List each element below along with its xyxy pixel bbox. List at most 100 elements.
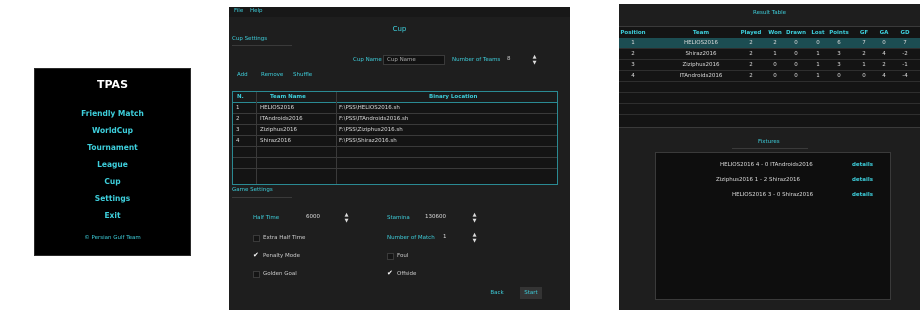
cell-team-name: ITAndroids2016	[260, 116, 303, 122]
table-row[interactable]: 4 ITAndroids2016 2 0 0 1 0 0 4 -4	[619, 71, 920, 82]
result-window: Result Table Position Team Played Won Dr…	[619, 4, 920, 310]
stamina-label: Stamina	[387, 215, 410, 221]
fixture-details-link[interactable]: details	[852, 162, 873, 168]
cell-position: 2	[631, 51, 635, 57]
cell-played: 2	[749, 51, 753, 57]
cell-team-name: HELIOS2016	[260, 105, 295, 111]
cell-binary-location: F:\PSS\Shiraz2016.sh	[339, 138, 397, 144]
cell-team: HELIOS2016	[683, 40, 719, 46]
cell-ga: 0	[882, 40, 886, 46]
remove-button[interactable]: Remove	[261, 72, 283, 78]
table-row[interactable]: 4 Shiraz2016 F:\PSS\Shiraz2016.sh	[233, 136, 557, 147]
menu-help[interactable]: Help	[250, 8, 263, 14]
menu-exit[interactable]: Exit	[35, 211, 190, 220]
cell-team-name: Ziziphus2016	[260, 127, 298, 133]
cell-position: 4	[631, 73, 635, 79]
table-row[interactable]: 2 Shiraz2016 2 1 0 1 3 2 4 -2	[619, 49, 920, 60]
num-teams-label: Number of Teams	[452, 57, 501, 63]
table-row[interactable]: 1 HELIOS2016 2 2 0 0 6 7 0 7	[619, 38, 920, 49]
cell-drawn: 0	[794, 51, 798, 57]
cell-gd: -1	[902, 62, 908, 68]
cell-gf: 0	[862, 73, 866, 79]
game-settings-heading: Game Settings	[232, 187, 273, 193]
number-of-match-stepper[interactable]: ▲ ▼	[471, 232, 478, 244]
menu-friendly-match[interactable]: Friendly Match	[35, 109, 190, 118]
col-position: Position	[620, 30, 646, 36]
menu-file[interactable]: File	[234, 8, 243, 14]
number-of-match-label: Number of Match	[387, 235, 435, 241]
col-ga: GA	[879, 30, 889, 36]
menu-cup[interactable]: Cup	[35, 177, 190, 186]
col-number: N.	[237, 94, 244, 100]
cell-points: 0	[837, 73, 841, 79]
divider	[232, 197, 292, 198]
table-header: N. Team Name Binary Location	[233, 92, 557, 103]
extra-half-time-checkbox[interactable]	[253, 235, 260, 242]
table-row[interactable]: 3 Ziziphus2016 F:\PSS\Ziziphus2016.sh	[233, 125, 557, 136]
menu-settings[interactable]: Settings	[35, 194, 190, 203]
cell-drawn: 0	[794, 73, 798, 79]
cell-position: 1	[631, 40, 635, 46]
cup-name-input[interactable]: Cup Name	[383, 55, 445, 65]
table-row-empty	[233, 147, 557, 158]
cell-lost: 0	[816, 40, 820, 46]
golden-goal-checkbox[interactable]	[253, 271, 260, 278]
col-lost: Lost	[811, 30, 825, 36]
extra-half-time-label: Extra Half Time	[263, 235, 306, 241]
penalty-mode-checkbox[interactable]: ✔	[253, 252, 259, 259]
back-button[interactable]: Back	[485, 287, 509, 299]
cell-lost: 1	[816, 62, 820, 68]
cell-gf: 2	[862, 51, 866, 57]
cell-won: 0	[773, 73, 777, 79]
foul-checkbox[interactable]	[387, 253, 394, 260]
cell-played: 2	[749, 40, 753, 46]
menu-worldcup[interactable]: WorldCup	[35, 126, 190, 135]
cell-binary-location: F:\PSS\HELIOS2016.sh	[339, 105, 400, 111]
cup-settings-heading: Cup Settings	[232, 36, 268, 42]
half-time-input[interactable]: 6000	[303, 213, 331, 223]
cell-won: 0	[773, 62, 777, 68]
half-time-stepper[interactable]: ▲ ▼	[343, 212, 350, 224]
cell-team-name: Shiraz2016	[260, 138, 292, 144]
col-team: Team	[692, 30, 710, 36]
table-row[interactable]: 3 Ziziphus2016 2 0 0 1 3 1 2 -1	[619, 60, 920, 71]
cell-number: 1	[236, 105, 240, 111]
fixture-details-link[interactable]: details	[852, 177, 873, 183]
cell-played: 2	[749, 73, 753, 79]
table-row[interactable]: 1 HELIOS2016 F:\PSS\HELIOS2016.sh	[233, 103, 557, 114]
result-title: Result Table	[753, 10, 786, 16]
menu-tournament[interactable]: Tournament	[35, 143, 190, 152]
menu-league[interactable]: League	[35, 160, 190, 169]
num-teams-stepper[interactable]: ▲ ▼	[531, 54, 538, 66]
col-binary-location: Binary Location	[429, 94, 478, 100]
offside-checkbox[interactable]: ✔	[387, 270, 393, 277]
window-title: Cup	[392, 25, 407, 33]
shuffle-button[interactable]: Shuffle	[293, 72, 312, 78]
fixtures-list: HELIOS2016 4 - 0 ITAndroids2016 details …	[655, 152, 891, 300]
stamina-stepper[interactable]: ▲ ▼	[471, 212, 478, 224]
num-teams-value[interactable]: 8	[504, 55, 520, 65]
fixture-result: HELIOS2016 3 - 0 Shiraz2016	[732, 192, 814, 198]
col-drawn: Drawn	[786, 30, 806, 36]
stamina-input[interactable]: 130600	[422, 213, 454, 223]
table-row-empty	[619, 104, 920, 115]
cell-binary-location: F:\PSS\ITAndroids2016.sh	[339, 116, 409, 122]
divider	[232, 45, 292, 46]
col-played: Played	[740, 30, 762, 36]
offside-label: Offside	[397, 271, 417, 277]
fixture-details-link[interactable]: details	[852, 192, 873, 198]
cell-team: Shiraz2016	[685, 51, 717, 57]
cell-gf: 7	[862, 40, 866, 46]
col-points: Points	[829, 30, 849, 36]
penalty-mode-label: Penalty Mode	[263, 253, 301, 259]
start-button[interactable]: Start	[520, 287, 542, 299]
add-button[interactable]: Add	[237, 72, 248, 78]
cell-won: 2	[773, 40, 777, 46]
cell-played: 2	[749, 62, 753, 68]
table-row-empty	[619, 93, 920, 104]
fixture-result: HELIOS2016 4 - 0 ITAndroids2016	[720, 162, 813, 168]
main-menu-panel: TPAS Friendly Match WorldCup Tournament …	[34, 68, 191, 256]
table-row-empty	[233, 158, 557, 169]
table-row[interactable]: 2 ITAndroids2016 F:\PSS\ITAndroids2016.s…	[233, 114, 557, 125]
number-of-match-input[interactable]: 1	[440, 233, 462, 243]
